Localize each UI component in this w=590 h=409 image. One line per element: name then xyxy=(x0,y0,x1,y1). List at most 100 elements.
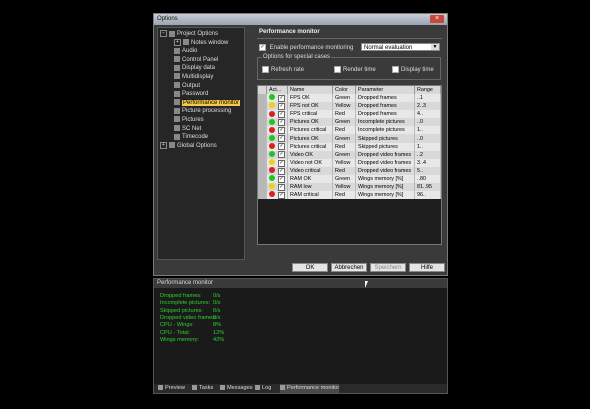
table-row[interactable]: ✓ Pictures OK Green Incomplete pictures ..0 xyxy=(258,118,441,127)
active-checkbox[interactable]: ✓ xyxy=(278,191,285,199)
dock-tab[interactable]: Performance monitor xyxy=(280,384,340,393)
active-checkbox[interactable]: ✓ xyxy=(278,151,285,159)
table-row[interactable]: ✓ RAM low Yellow Wings memory [%] 81..95 xyxy=(258,183,441,192)
expand-icon[interactable]: + xyxy=(174,38,181,46)
multidisplay-icon xyxy=(174,73,180,80)
active-cell[interactable]: ✓ xyxy=(266,118,288,127)
dock-tab[interactable]: Messages xyxy=(220,384,253,393)
active-checkbox[interactable]: ✓ xyxy=(278,110,285,118)
monitor-value: 8% xyxy=(213,322,222,329)
table-row[interactable]: ✓ Pictures OK Green Skipped pictures ..0 xyxy=(258,134,441,143)
save-button[interactable]: Speichern xyxy=(370,263,406,272)
column-header-color[interactable]: Color xyxy=(332,86,356,94)
close-button[interactable]: × xyxy=(430,15,444,23)
name-cell: Video not OK xyxy=(287,158,333,167)
table-row[interactable]: ✓ FPS not OK Yellow Dropped frames 2..3 xyxy=(258,102,441,111)
tree-item[interactable]: Control Panel xyxy=(174,56,218,64)
evaluation-dropdown[interactable]: Normal evaluation ▼ xyxy=(361,43,440,51)
column-header-status[interactable] xyxy=(258,86,267,94)
active-checkbox[interactable]: ✓ xyxy=(278,127,285,135)
table-row[interactable]: ✓ Pictures critical Red Skipped pictures 1.. xyxy=(258,142,441,151)
active-checkbox[interactable]: ✓ xyxy=(278,94,285,102)
refresh-rate-option[interactable]: Refresh rate xyxy=(262,66,304,73)
enable-monitoring-row[interactable]: ✓ Enable performance monitoring xyxy=(259,44,353,51)
tree-item[interactable]: Output xyxy=(174,82,200,90)
table-row[interactable]: ✓ RAM critical Red Wings memory [%] 96.. xyxy=(258,191,441,200)
chevron-down-icon[interactable]: ▼ xyxy=(431,44,439,50)
picture-processing-icon xyxy=(174,107,180,114)
dock-tab[interactable]: Tasks xyxy=(192,384,213,393)
refresh-rate-checkbox[interactable] xyxy=(262,66,269,73)
tree-item[interactable]: SC Net xyxy=(174,125,201,133)
active-cell[interactable]: ✓ xyxy=(266,166,288,175)
output-icon xyxy=(174,82,180,89)
column-header-active[interactable]: Act... xyxy=(266,86,288,94)
active-cell[interactable]: ✓ xyxy=(266,191,288,200)
ok-button[interactable]: OK xyxy=(292,263,328,272)
cancel-button[interactable]: Abbrechen xyxy=(331,263,367,272)
tree-item[interactable]: Password xyxy=(174,90,208,98)
row-selector xyxy=(258,166,267,175)
status-dot-icon xyxy=(269,118,275,125)
color-cell: Red xyxy=(332,166,356,175)
active-checkbox[interactable]: ✓ xyxy=(278,102,285,110)
window-title: Options xyxy=(157,16,178,22)
network-icon xyxy=(174,125,180,132)
dock-tab[interactable]: Log xyxy=(255,384,271,393)
column-header-parameter[interactable]: Parameter xyxy=(355,86,415,94)
tree-item[interactable]: Performance monitor xyxy=(174,99,241,107)
expand-icon[interactable]: + xyxy=(160,141,167,149)
help-button[interactable]: Hilfe xyxy=(409,263,445,272)
collapse-icon[interactable]: − xyxy=(160,30,167,37)
column-header-name[interactable]: Name xyxy=(287,86,333,94)
active-checkbox[interactable]: ✓ xyxy=(278,167,285,175)
parameter-cell: Skipped pictures xyxy=(355,134,415,143)
active-cell[interactable]: ✓ xyxy=(266,126,288,135)
active-cell[interactable]: ✓ xyxy=(266,158,288,167)
active-cell[interactable]: ✓ xyxy=(266,174,288,184)
tree-item[interactable]: + Global Options xyxy=(160,141,217,150)
render-time-option[interactable]: Render time xyxy=(334,66,376,73)
table-row[interactable]: ✓ FPS critical Red Dropped frames 4.. xyxy=(258,110,441,119)
table-row[interactable]: ✓ Pictures critical Red Incomplete pictures… xyxy=(258,126,441,135)
tree-item[interactable]: Timecode xyxy=(174,133,208,141)
tree-item[interactable]: − Project Options xyxy=(160,30,218,38)
active-cell[interactable]: ✓ xyxy=(266,183,288,192)
row-selector xyxy=(258,174,267,184)
table-row[interactable]: ✓ FPS OK Green Dropped frames ..1 xyxy=(258,94,441,103)
active-checkbox[interactable]: ✓ xyxy=(278,175,285,183)
render-time-checkbox[interactable] xyxy=(334,66,341,73)
tree-item[interactable]: Audio xyxy=(174,47,197,55)
enable-monitoring-checkbox[interactable]: ✓ xyxy=(259,44,266,51)
active-checkbox[interactable]: ✓ xyxy=(278,183,285,191)
active-checkbox[interactable]: ✓ xyxy=(278,159,285,167)
status-dot-icon xyxy=(269,134,275,141)
table-row[interactable]: ✓ Video not OK Yellow Dropped video frames 3… xyxy=(258,158,441,167)
active-cell[interactable]: ✓ xyxy=(266,134,288,143)
tree-item[interactable]: Pictures xyxy=(174,116,204,124)
active-cell[interactable]: ✓ xyxy=(266,110,288,119)
active-checkbox[interactable]: ✓ xyxy=(278,119,285,127)
active-checkbox[interactable]: ✓ xyxy=(278,135,285,143)
display-time-checkbox[interactable] xyxy=(392,66,399,73)
active-cell[interactable]: ✓ xyxy=(266,102,288,111)
table-row[interactable]: ✓ Video critical Red Dropped video frames 5.… xyxy=(258,166,441,175)
active-cell[interactable]: ✓ xyxy=(266,94,288,103)
dock-tab[interactable]: Preview xyxy=(158,384,185,393)
row-selector xyxy=(258,142,267,151)
tree-item[interactable]: Multidisplay xyxy=(174,73,213,81)
column-header-range[interactable]: Range xyxy=(414,86,441,94)
title-bar[interactable]: Options × xyxy=(154,14,447,25)
table-row[interactable]: ✓ Video OK Green Dropped video frames ..2 xyxy=(258,150,441,159)
active-cell[interactable]: ✓ xyxy=(266,150,288,159)
display-time-option[interactable]: Display time xyxy=(392,66,434,73)
status-dot-icon xyxy=(269,191,275,198)
range-cell: 81..95 xyxy=(414,183,441,192)
mouse-cursor xyxy=(365,281,368,288)
active-checkbox[interactable]: ✓ xyxy=(278,143,285,151)
tree-item[interactable]: + Notes window xyxy=(174,38,228,47)
tree-item[interactable]: Picture processing xyxy=(174,107,231,115)
tree-item[interactable]: Display data xyxy=(174,64,215,72)
table-row[interactable]: ✓ RAM OK Green Wings memory [%] ..80 xyxy=(258,174,441,184)
active-cell[interactable]: ✓ xyxy=(266,142,288,151)
